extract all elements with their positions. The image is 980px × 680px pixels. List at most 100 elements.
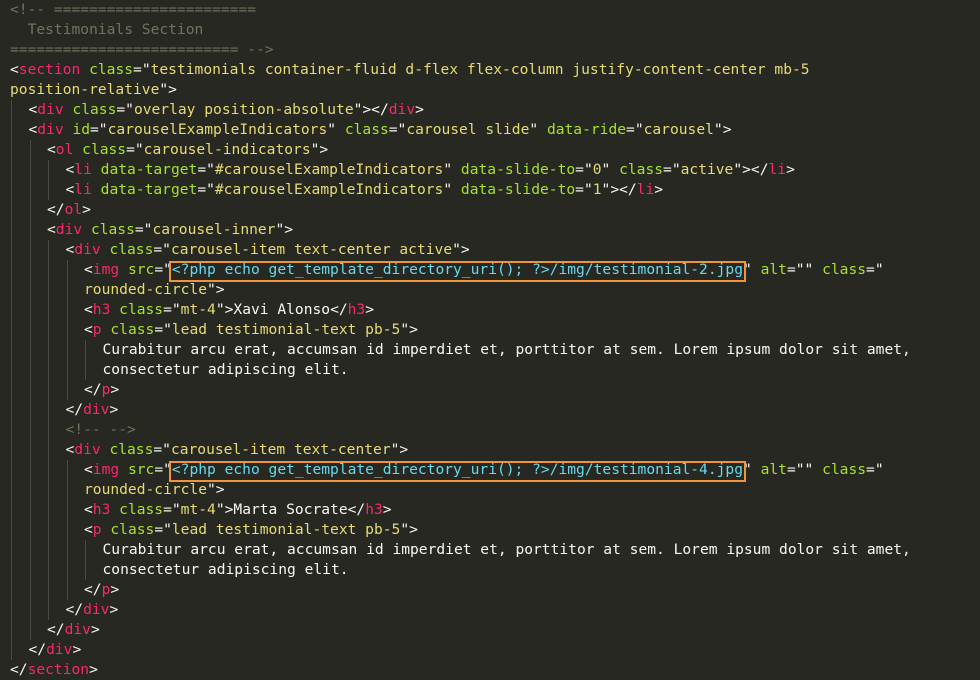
code-string: rounded-circle xyxy=(84,481,208,498)
indent-guide xyxy=(48,160,49,200)
code-punctuation: =" xyxy=(388,121,407,138)
code-punctuation: =" xyxy=(154,321,172,338)
code-line[interactable]: <div class="carousel-item text-center ac… xyxy=(66,240,470,260)
code-text: Curabitur arcu erat, accumsan id imperdi… xyxy=(102,341,911,358)
code-punctuation: "> xyxy=(207,481,225,498)
code-punctuation: > xyxy=(90,621,100,638)
code-punctuation: < xyxy=(84,261,93,278)
code-punctuation: < xyxy=(47,221,56,238)
code-line[interactable]: consectetur adipiscing elit. xyxy=(103,560,349,580)
code-line[interactable]: ========================== --> xyxy=(10,40,274,60)
code-line[interactable]: <h3 class="mt-4">Xavi Alonso</h3> xyxy=(84,300,374,320)
code-punctuation: </ xyxy=(47,621,65,638)
code-line[interactable]: Testimonials Section xyxy=(10,20,204,40)
code-tag-name: p xyxy=(92,521,102,538)
code-attribute: data-slide-to xyxy=(452,181,576,198)
code-line[interactable]: <h3 class="mt-4">Marta Socrate</h3> xyxy=(84,500,392,520)
code-punctuation: =" xyxy=(866,261,884,278)
code-line[interactable]: <section class="testimonials container-f… xyxy=(10,60,810,80)
code-line[interactable]: <p class="lead testimonial-text pb-5"> xyxy=(84,320,418,340)
code-editor[interactable]: <!-- ======================= Testimonial… xyxy=(0,0,980,678)
code-attribute: class xyxy=(73,141,127,158)
code-line[interactable]: rounded-circle"> xyxy=(84,480,225,500)
code-line[interactable]: <div id="carouselExampleIndicators" clas… xyxy=(29,120,732,140)
code-tag-name: div xyxy=(37,101,64,118)
code-punctuation: < xyxy=(65,181,75,198)
code-string: 0 xyxy=(592,161,602,178)
code-line[interactable]: <li data-target="#carouselExampleIndicat… xyxy=(66,160,795,180)
code-punctuation: </ xyxy=(65,601,84,618)
code-tag-name: h3 xyxy=(92,501,111,518)
code-string: carouselExampleIndicators xyxy=(107,121,328,138)
code-punctuation: "> xyxy=(207,281,225,298)
code-text: consectetur adipiscing elit. xyxy=(102,561,349,578)
code-line[interactable]: <ol class="carousel-indicators"> xyxy=(47,140,328,160)
code-line[interactable]: </p> xyxy=(84,380,119,400)
code-punctuation: > xyxy=(82,201,91,218)
code-punctuation: "> xyxy=(275,221,294,238)
code-line[interactable]: </div> xyxy=(47,620,100,640)
code-tag-name: h3 xyxy=(347,301,366,318)
code-line[interactable]: <!-- --> xyxy=(66,420,136,440)
code-punctuation: =" xyxy=(197,181,215,198)
code-string: carousel slide xyxy=(406,121,530,138)
code-line[interactable]: <div class="carousel-inner"> xyxy=(47,220,293,240)
code-attribute: class xyxy=(610,161,664,178)
code-string: position-relative xyxy=(10,81,160,98)
code-punctuation: " xyxy=(443,181,453,198)
code-punctuation: =" xyxy=(153,441,171,458)
highlight-box xyxy=(168,261,746,282)
code-punctuation: < xyxy=(65,241,75,258)
code-punctuation: </ xyxy=(330,301,348,318)
code-tag-name: section xyxy=(27,661,90,678)
code-punctuation: "> xyxy=(713,121,732,138)
code-tag-name: ol xyxy=(55,141,74,158)
code-punctuation: > xyxy=(654,181,664,198)
code-tag-name: img xyxy=(92,261,120,278)
code-line[interactable]: </section> xyxy=(10,660,98,680)
code-line[interactable]: Curabitur arcu erat, accumsan id imperdi… xyxy=(103,540,911,560)
code-string: carousel xyxy=(643,121,714,138)
code-punctuation: =" xyxy=(153,241,171,258)
code-punctuation: < xyxy=(84,501,93,518)
code-string: active xyxy=(680,161,734,178)
code-tag-name: div xyxy=(64,621,91,638)
code-punctuation: > xyxy=(89,661,98,678)
code-punctuation: < xyxy=(84,521,93,538)
code-line[interactable]: <p class="lead testimonial-text pb-5"> xyxy=(84,520,418,540)
code-line[interactable]: <div class="carousel-item text-center"> xyxy=(66,440,409,460)
code-line[interactable]: </p> xyxy=(84,580,119,600)
code-punctuation: =" xyxy=(133,61,151,78)
code-line[interactable]: <li data-target="#carouselExampleIndicat… xyxy=(66,180,664,200)
code-punctuation: "> xyxy=(215,501,234,518)
code-punctuation: =" xyxy=(134,221,153,238)
code-line[interactable]: </div> xyxy=(66,600,119,620)
code-attribute: class xyxy=(110,501,164,518)
code-line[interactable]: Curabitur arcu erat, accumsan id imperdi… xyxy=(103,340,911,360)
code-string: overlay position-absolute xyxy=(133,101,354,118)
code-line[interactable]: position-relative"> xyxy=(10,80,177,100)
code-line[interactable]: </div> xyxy=(66,400,119,420)
code-comment: <!-- ======================= xyxy=(10,1,257,18)
code-line[interactable]: <!-- ======================= xyxy=(10,0,256,20)
code-tag-name: div xyxy=(37,121,64,138)
code-punctuation: < xyxy=(84,301,93,318)
code-line[interactable]: </div> xyxy=(29,640,82,660)
code-comment: Testimonials Section xyxy=(10,21,204,38)
code-attribute: class xyxy=(80,61,134,78)
code-line[interactable]: consectetur adipiscing elit. xyxy=(103,360,349,380)
code-line[interactable]: rounded-circle"> xyxy=(84,280,225,300)
code-string: testimonials container-fluid d-flex flex… xyxy=(150,61,810,78)
code-punctuation: </ xyxy=(10,661,28,678)
code-line[interactable]: </ol> xyxy=(47,200,91,220)
code-line[interactable]: <div class="overlay position-absolute"><… xyxy=(29,100,424,120)
indent-guide xyxy=(66,460,68,600)
code-tag-name: ol xyxy=(64,201,83,218)
indent-guide xyxy=(66,260,68,400)
code-punctuation: </ xyxy=(65,401,84,418)
code-string: lead testimonial-text pb-5 xyxy=(171,521,401,538)
code-tag-name: div xyxy=(74,441,101,458)
code-punctuation: =" xyxy=(90,121,108,138)
code-punctuation: =" xyxy=(626,121,644,138)
code-punctuation: "></ xyxy=(353,101,389,118)
